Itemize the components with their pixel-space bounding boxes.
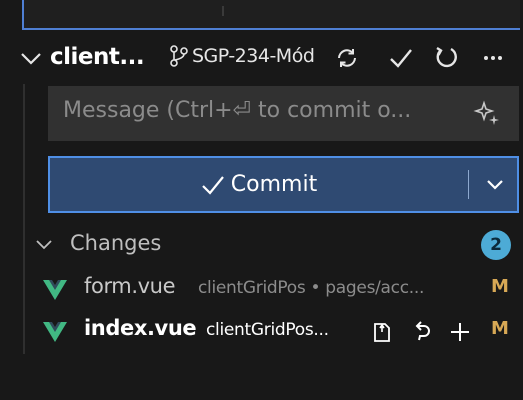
check-icon	[202, 175, 224, 195]
file-name: form.vue	[84, 274, 176, 298]
refresh-icon	[436, 46, 457, 68]
sync-icon	[338, 49, 356, 67]
discard-changes-button[interactable]	[408, 318, 436, 346]
file-status-modified: M	[491, 318, 509, 339]
check-icon	[390, 49, 412, 68]
changes-label: Changes	[70, 231, 162, 255]
sparkle-icon[interactable]	[473, 99, 503, 129]
commit-message-placeholder: Message (Ctrl+⏎ to commit o...	[63, 98, 412, 123]
refresh-button[interactable]	[432, 43, 462, 73]
ellipsis-icon	[484, 56, 502, 60]
chevron-down-icon	[486, 179, 503, 190]
changed-file-row-selected[interactable]: index.vue clientGridPos... M	[0, 312, 523, 352]
file-path: clientGridPos • pages/acc...	[198, 278, 425, 298]
discard-icon	[415, 321, 430, 341]
vue-file-icon	[43, 280, 67, 300]
changes-group-header[interactable]: Changes 2	[0, 226, 523, 262]
file-status-modified: M	[491, 276, 509, 297]
stage-changes-button[interactable]	[446, 318, 474, 346]
sync-button[interactable]	[332, 43, 362, 73]
branch-name: SGP-234-Mód	[192, 45, 315, 67]
chevron-down-icon[interactable]	[34, 234, 54, 254]
previous-panel-edge	[22, 0, 520, 30]
chevron-down-icon[interactable]	[18, 46, 44, 72]
open-file-icon	[374, 323, 390, 342]
commit-primary-action[interactable]: Commit	[50, 158, 468, 211]
commit-check-button[interactable]	[386, 43, 416, 73]
commit-button-divider	[468, 170, 469, 199]
more-actions-button[interactable]	[478, 43, 508, 73]
commit-button[interactable]: Commit	[48, 156, 519, 213]
git-branch-icon	[170, 45, 188, 67]
commit-message-input[interactable]: Message (Ctrl+⏎ to commit o...	[48, 86, 519, 141]
repository-name[interactable]: client...	[50, 44, 145, 70]
changed-file-row[interactable]: form.vue clientGridPos • pages/acc... M	[0, 270, 523, 310]
file-path: clientGridPos...	[206, 320, 329, 340]
commit-dropdown-button[interactable]	[472, 158, 517, 211]
vue-file-icon	[43, 322, 67, 342]
commit-button-label: Commit	[230, 172, 318, 197]
file-name: index.vue	[84, 316, 197, 340]
scm-repository-header[interactable]: client... SGP-234-Mód	[0, 34, 523, 84]
changes-count-badge: 2	[481, 230, 511, 260]
open-file-button[interactable]	[368, 318, 396, 346]
branch-indicator[interactable]: SGP-234-Mód	[168, 44, 315, 68]
plus-icon	[451, 323, 469, 341]
